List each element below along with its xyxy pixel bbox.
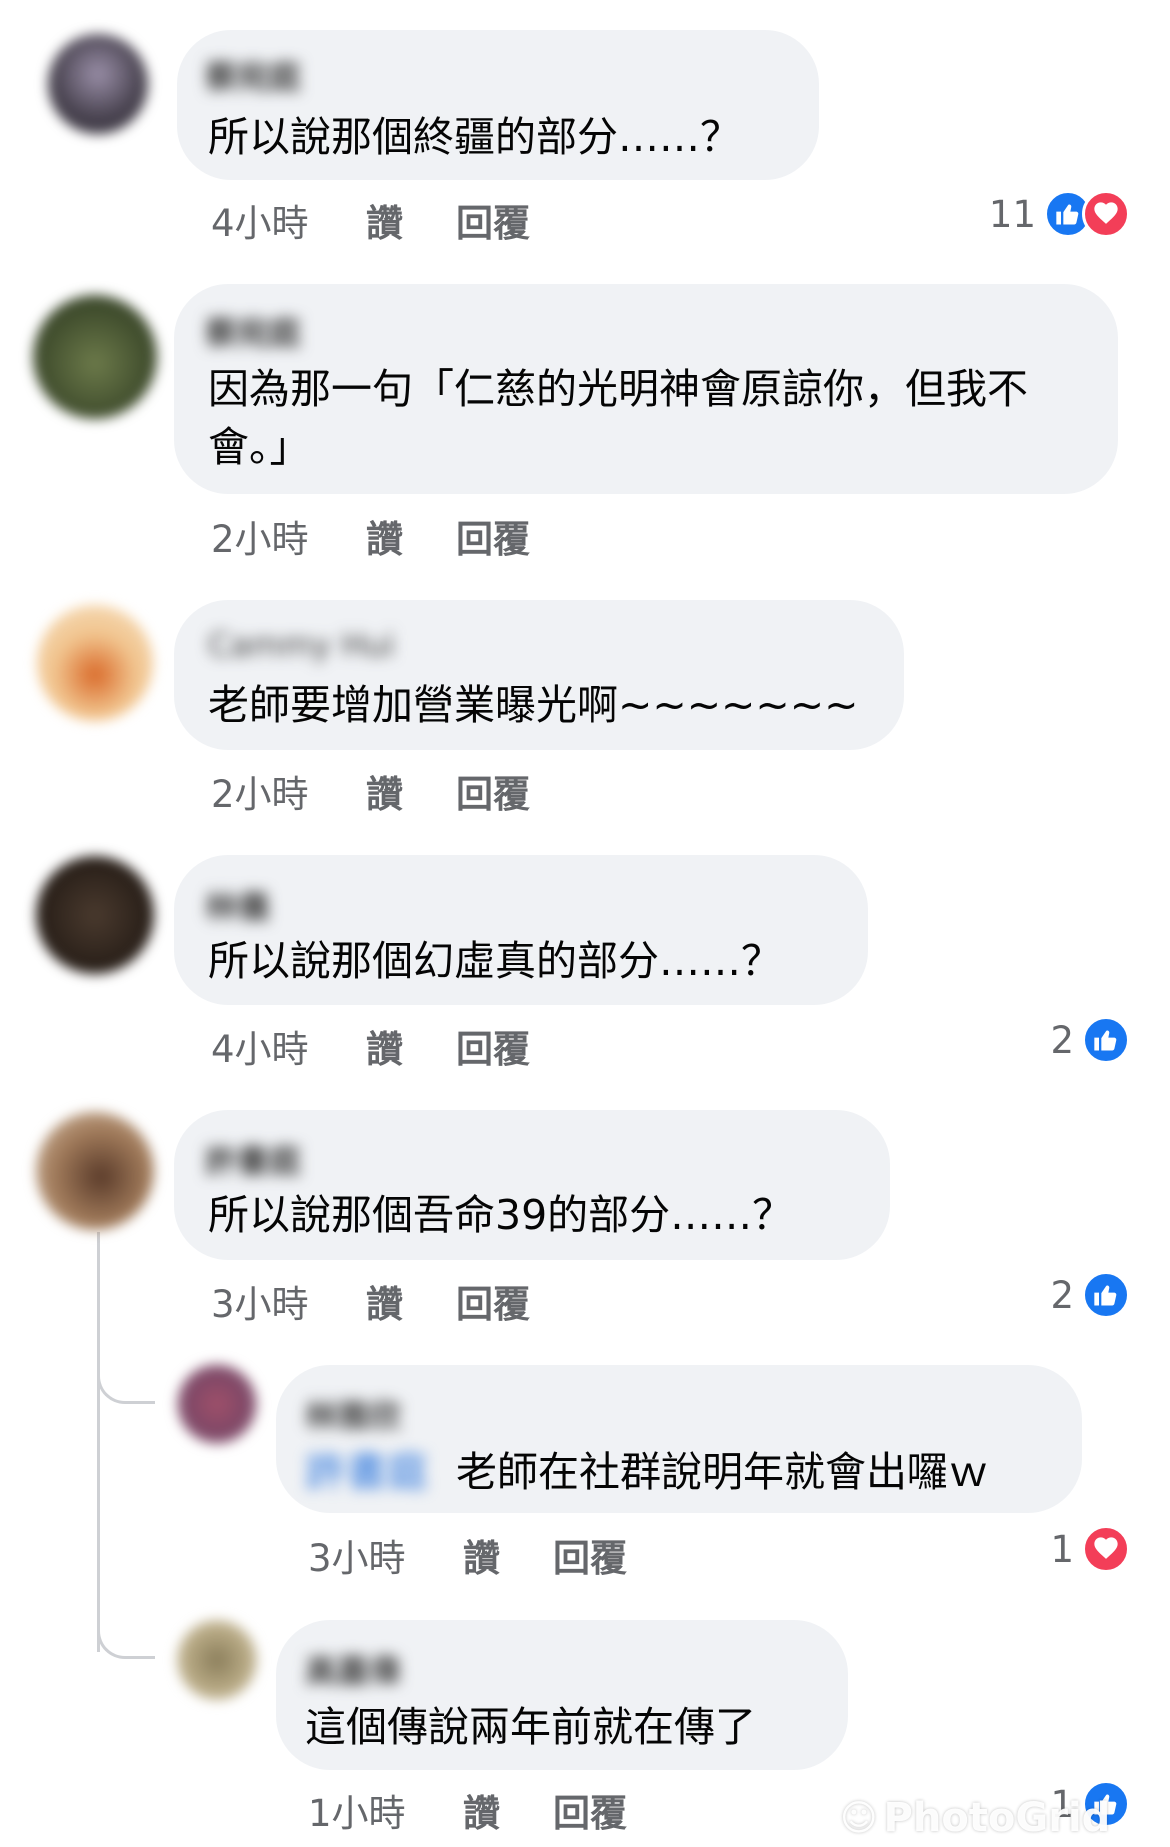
reply-button[interactable]: 回覆 <box>456 509 530 563</box>
comment-text: 老師在社群說明年就會出囉ｗ <box>456 1448 989 1496</box>
comment-meta: 2小時 讚 回覆 <box>211 764 530 818</box>
comment-author[interactable]: 林儀 <box>205 882 269 928</box>
comment-author[interactable]: 高嘉偉 <box>305 1646 401 1692</box>
love-icon <box>1082 190 1130 238</box>
avatar[interactable] <box>177 1620 257 1700</box>
comment-time[interactable]: 3小時 <box>211 1274 366 1328</box>
reaction-count: 11 <box>988 192 1036 236</box>
like-button[interactable]: 讚 <box>366 509 456 563</box>
comment-author[interactable]: 許書庭 <box>205 1136 301 1182</box>
comment-text: 老師要增加營業曝光啊~~~~~~~ <box>208 681 859 729</box>
comment-time[interactable]: 2小時 <box>211 509 366 563</box>
mention-link[interactable]: 許書庭 <box>305 1443 428 1501</box>
avatar[interactable] <box>37 605 153 721</box>
reaction-count: 2 <box>1050 1273 1074 1317</box>
photogrid-watermark: ☺ PhotoGrid <box>840 1795 1110 1841</box>
comment-meta: 3小時 讚 回覆 <box>308 1528 627 1582</box>
comment-text: 這個傳說兩年前就在傳了 <box>305 1703 756 1751</box>
reaction-count: 2 <box>1050 1018 1074 1062</box>
reply-button[interactable]: 回覆 <box>553 1528 627 1582</box>
comment-author[interactable]: 蔡宛庭 <box>205 52 301 98</box>
comment-author[interactable]: 林雅欣 <box>305 1391 401 1437</box>
like-button[interactable]: 讚 <box>366 193 456 247</box>
reply-thread-connector <box>97 1609 155 1659</box>
comment-text: 所以說那個幻虛真的部分……？ <box>208 937 782 985</box>
like-icon <box>1082 1016 1130 1064</box>
reply-button[interactable]: 回覆 <box>456 193 530 247</box>
comment-meta: 1小時 讚 回覆 <box>308 1783 627 1837</box>
like-icon <box>1082 1271 1130 1319</box>
comment-meta: 4小時 讚 回覆 <box>211 1019 530 1073</box>
avatar[interactable] <box>48 34 148 134</box>
like-button[interactable]: 讚 <box>366 1019 456 1073</box>
like-button[interactable]: 讚 <box>463 1528 553 1582</box>
comment-text: 因為那一句「仁慈的光明神會原諒你，但我不會。」 <box>208 365 1028 471</box>
reaction-summary[interactable]: 2 <box>1050 1016 1130 1064</box>
reaction-summary[interactable]: 1 <box>1050 1525 1130 1573</box>
like-button[interactable]: 讚 <box>463 1783 553 1837</box>
comment-time[interactable]: 3小時 <box>308 1528 463 1582</box>
avatar[interactable] <box>36 1112 154 1230</box>
avatar[interactable] <box>36 856 154 974</box>
reaction-summary[interactable]: 2 <box>1050 1271 1130 1319</box>
comment-time[interactable]: 4小時 <box>211 1019 366 1073</box>
avatar[interactable] <box>177 1364 257 1444</box>
comment-time[interactable]: 1小時 <box>308 1783 463 1837</box>
reaction-count: 1 <box>1050 1527 1074 1571</box>
comment-author[interactable]: Cammy Hui <box>208 626 395 664</box>
watermark-text: PhotoGrid <box>883 1795 1111 1841</box>
comment-text: 所以說那個吾命39的部分……？ <box>208 1191 794 1239</box>
reply-thread-connector <box>97 1354 155 1404</box>
comment-meta: 3小時 讚 回覆 <box>211 1274 530 1328</box>
reply-button[interactable]: 回覆 <box>553 1783 627 1837</box>
comment-meta: 2小時 讚 回覆 <box>211 509 530 563</box>
comment-time[interactable]: 4小時 <box>211 193 366 247</box>
comment-author[interactable]: 蔡宛庭 <box>205 308 301 354</box>
like-button[interactable]: 讚 <box>366 764 456 818</box>
reply-button[interactable]: 回覆 <box>456 1019 530 1073</box>
avatar[interactable] <box>33 295 157 419</box>
love-icon <box>1082 1525 1130 1573</box>
reply-button[interactable]: 回覆 <box>456 764 530 818</box>
like-button[interactable]: 讚 <box>366 1274 456 1328</box>
comment-time[interactable]: 2小時 <box>211 764 366 818</box>
reply-button[interactable]: 回覆 <box>456 1274 530 1328</box>
comment-meta: 4小時 讚 回覆 <box>211 193 530 247</box>
reaction-summary[interactable]: 11 <box>989 190 1130 238</box>
photogrid-logo-icon: ☺ <box>840 1797 878 1839</box>
reply-thread-line <box>97 1232 100 1652</box>
comment-text: 所以說那個終疆的部分……？ <box>208 113 741 161</box>
